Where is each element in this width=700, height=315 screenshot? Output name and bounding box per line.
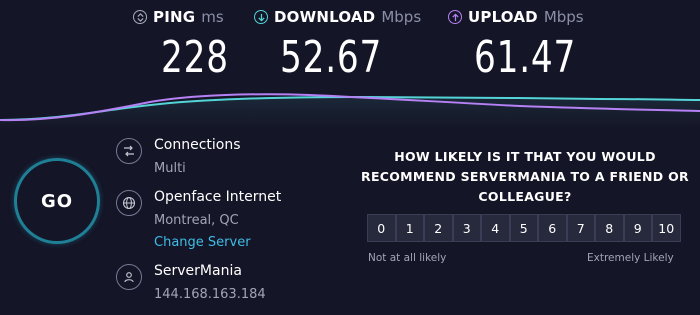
download-unit: Mbps (381, 8, 422, 26)
rating-option-0[interactable]: 0 (367, 214, 396, 242)
rating-option-1[interactable]: 1 (395, 214, 424, 242)
rating-high-label: Extremely Likely (587, 252, 674, 264)
connections-value: Multi (154, 161, 186, 176)
ping-icon (133, 10, 147, 24)
rating-option-7[interactable]: 7 (566, 214, 595, 242)
rating-scale: 0 1 2 3 4 5 6 7 8 9 10 (367, 214, 681, 242)
survey-question: HOW LIKELY IS IT THAT YOU WOULD RECOMMEN… (361, 149, 689, 204)
ping-header: PING ms (133, 8, 224, 26)
go-button[interactable]: GO (14, 158, 100, 244)
speed-graph (0, 93, 700, 130)
ping-label: PING (153, 8, 196, 26)
download-metric: DOWNLOAD Mbps 52.67 (254, 8, 421, 83)
connections-title: Connections (154, 137, 241, 153)
go-label: GO (40, 190, 74, 212)
upload-arrow-icon (448, 10, 462, 24)
upload-value: 61.47 (474, 32, 577, 83)
rating-option-8[interactable]: 8 (595, 214, 624, 242)
download-value: 52.67 (280, 32, 383, 83)
connections-icon (116, 138, 142, 164)
rating-option-4[interactable]: 4 (481, 214, 510, 242)
rating-option-5[interactable]: 5 (509, 214, 538, 242)
change-server-link[interactable]: Change Server (154, 235, 251, 250)
user-icon (116, 264, 142, 290)
host-ip: 144.168.163.184 (154, 287, 266, 302)
globe-icon (116, 190, 142, 216)
rating-option-10[interactable]: 10 (652, 214, 681, 242)
rating-low-label: Not at all likely (368, 252, 447, 264)
host-name: ServerMania (154, 263, 242, 279)
upload-header: UPLOAD Mbps (448, 8, 584, 26)
download-graph-fill (0, 97, 700, 130)
provider-location: Montreal, QC (154, 213, 239, 228)
download-arrow-icon (254, 10, 268, 24)
upload-unit: Mbps (543, 8, 584, 26)
ping-value: 228 (161, 32, 229, 83)
rating-option-3[interactable]: 3 (452, 214, 481, 242)
download-label: DOWNLOAD (274, 8, 376, 26)
download-header: DOWNLOAD Mbps (254, 8, 421, 26)
rating-option-9[interactable]: 9 (623, 214, 652, 242)
upload-label: UPLOAD (468, 8, 538, 26)
ping-metric: PING ms 228 (133, 8, 228, 83)
rating-option-2[interactable]: 2 (424, 214, 453, 242)
upload-metric: UPLOAD Mbps 61.47 (448, 8, 584, 83)
provider-name: Openface Internet (154, 189, 282, 205)
ping-unit: ms (201, 8, 224, 26)
rating-option-6[interactable]: 6 (538, 214, 567, 242)
